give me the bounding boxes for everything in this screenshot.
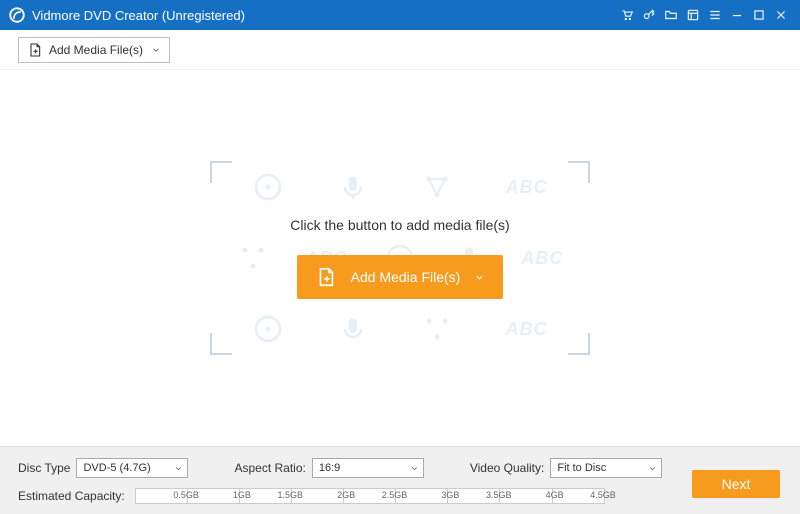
- top-toolbar: Add Media File(s): [0, 30, 800, 70]
- add-media-button-toolbar[interactable]: Add Media File(s): [18, 37, 170, 63]
- chevron-down-icon: [151, 45, 161, 55]
- aspect-ratio-value: 16:9: [319, 462, 340, 474]
- key-icon[interactable]: [638, 4, 660, 26]
- close-icon[interactable]: [770, 4, 792, 26]
- menu-icon[interactable]: [704, 4, 726, 26]
- aspect-ratio-select[interactable]: 16:9: [312, 458, 424, 478]
- file-add-icon: [27, 42, 43, 58]
- chevron-down-icon: [174, 464, 183, 473]
- video-quality-label: Video Quality:: [470, 461, 545, 475]
- disc-type-label: Disc Type: [18, 461, 70, 475]
- minimize-icon[interactable]: [726, 4, 748, 26]
- video-quality-select[interactable]: Fit to Disc: [550, 458, 662, 478]
- dropzone-hint: Click the button to add media file(s): [290, 217, 509, 233]
- disc-type-select[interactable]: DVD-5 (4.7G): [76, 458, 188, 478]
- dropzone[interactable]: ABC ABC ABC ABC Click the button to add …: [210, 161, 590, 355]
- maximize-icon[interactable]: [748, 4, 770, 26]
- next-button[interactable]: Next: [692, 470, 780, 498]
- folder-icon[interactable]: [660, 4, 682, 26]
- chevron-down-icon: [474, 272, 485, 283]
- chevron-down-icon: [410, 464, 419, 473]
- app-logo-icon: [8, 6, 26, 24]
- capacity-bar: 0.5GB 1GB 1.5GB 2GB 2.5GB 3GB 3.5GB 4GB …: [135, 488, 605, 504]
- capacity-tick: 4.5GB: [590, 490, 616, 500]
- cart-icon[interactable]: [616, 4, 638, 26]
- bottombar: Disc Type DVD-5 (4.7G) Aspect Ratio: 16:…: [0, 446, 800, 514]
- disc-type-value: DVD-5 (4.7G): [83, 462, 150, 474]
- main-area: ABC ABC ABC ABC Click the button to add …: [0, 70, 800, 446]
- add-media-button-main[interactable]: Add Media File(s): [297, 255, 504, 299]
- template-icon[interactable]: [682, 4, 704, 26]
- chevron-down-icon: [648, 464, 657, 473]
- estimated-capacity-label: Estimated Capacity:: [18, 489, 125, 503]
- app-title: Vidmore DVD Creator (Unregistered): [32, 8, 245, 23]
- aspect-ratio-label: Aspect Ratio:: [234, 461, 305, 475]
- titlebar: Vidmore DVD Creator (Unregistered): [0, 0, 800, 30]
- file-add-icon: [315, 266, 337, 288]
- add-media-label: Add Media File(s): [49, 43, 143, 57]
- add-media-label: Add Media File(s): [351, 269, 461, 285]
- video-quality-value: Fit to Disc: [557, 462, 606, 474]
